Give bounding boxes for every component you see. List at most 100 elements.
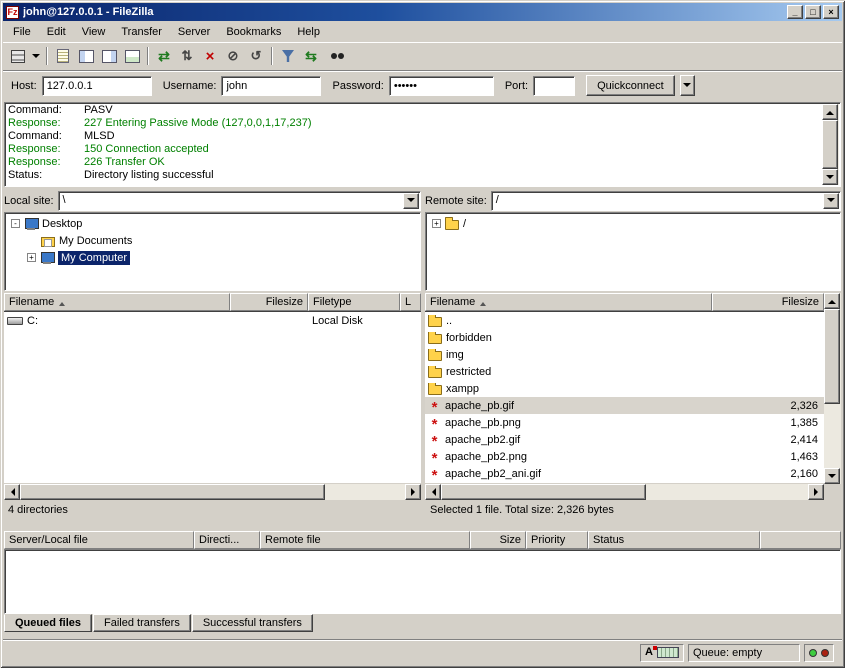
column-header-priority[interactable]: Priority xyxy=(526,531,588,549)
menu-help[interactable]: Help xyxy=(289,23,328,41)
keyboard-icon[interactable] xyxy=(657,647,679,658)
column-header-lastmodified[interactable]: L xyxy=(400,293,421,311)
column-header-filename[interactable]: Filename xyxy=(4,293,230,311)
expand-icon[interactable]: + xyxy=(432,219,441,228)
toolbar-separator xyxy=(147,47,149,65)
menu-server[interactable]: Server xyxy=(170,23,218,41)
local-treeview-toggle-icon[interactable] xyxy=(75,45,97,67)
list-item[interactable]: forbidden xyxy=(425,329,824,346)
column-header-status[interactable]: Status xyxy=(588,531,760,549)
menu-view[interactable]: View xyxy=(74,23,114,41)
tab-failed-transfers[interactable]: Failed transfers xyxy=(93,614,191,632)
list-item[interactable]: *apache_pb2.png1,463 xyxy=(425,448,824,465)
column-header-direction[interactable]: Directi... xyxy=(194,531,260,549)
scroll-down-icon[interactable] xyxy=(822,169,838,185)
ascii-transfer-type-icon[interactable]: A xyxy=(645,647,653,658)
site-manager-dropdown[interactable] xyxy=(30,45,42,67)
column-header-filetype[interactable]: Filetype xyxy=(308,293,400,311)
list-item[interactable]: *apache_pb.png1,385 xyxy=(425,414,824,431)
find-files-icon[interactable] xyxy=(323,45,345,67)
menu-file[interactable]: File xyxy=(5,23,39,41)
disconnect-icon[interactable]: ⊘ xyxy=(222,45,244,67)
list-item[interactable]: *apache_pb2.gif2,414 xyxy=(425,431,824,448)
site-manager-icon[interactable] xyxy=(7,45,29,67)
tab-queued-files[interactable]: Queued files xyxy=(4,614,92,632)
password-input[interactable] xyxy=(389,76,494,96)
minimize-button[interactable]: _ xyxy=(787,5,803,19)
list-item[interactable]: .. xyxy=(425,312,824,329)
menu-edit[interactable]: Edit xyxy=(39,23,74,41)
column-header-server-local-file[interactable]: Server/Local file xyxy=(4,531,194,549)
scrollbar-thumb[interactable] xyxy=(824,309,840,404)
list-item[interactable]: img xyxy=(425,346,824,363)
remote-site-combo[interactable]: / xyxy=(491,191,841,211)
message-log-toggle-icon[interactable] xyxy=(52,45,74,67)
username-input[interactable] xyxy=(221,76,321,96)
process-queue-icon[interactable]: ⇅ xyxy=(176,45,198,67)
column-header-filename[interactable]: Filename xyxy=(425,293,712,311)
toolbar-separator xyxy=(46,47,48,65)
scroll-up-icon[interactable] xyxy=(822,104,838,120)
indicator-panel: A xyxy=(640,644,684,662)
filter-icon[interactable] xyxy=(277,45,299,67)
local-site-value: \ xyxy=(63,194,66,206)
tab-successful-transfers[interactable]: Successful transfers xyxy=(192,614,313,632)
scroll-left-icon[interactable] xyxy=(4,484,20,500)
log-prefix: Response: xyxy=(8,143,84,156)
list-item[interactable]: xampp xyxy=(425,380,824,397)
toolbar-separator xyxy=(271,47,273,65)
scroll-down-icon[interactable] xyxy=(824,468,840,484)
collapse-icon[interactable]: - xyxy=(11,219,20,228)
scroll-right-icon[interactable] xyxy=(405,484,421,500)
list-item[interactable]: *apache_pb2_ani.gif2,160 xyxy=(425,465,824,482)
scroll-up-icon[interactable] xyxy=(824,293,840,309)
remote-treeview-toggle-icon[interactable] xyxy=(98,45,120,67)
filename: xampp xyxy=(446,383,479,395)
menu-transfer[interactable]: Transfer xyxy=(113,23,170,41)
list-item[interactable]: restricted xyxy=(425,363,824,380)
filename: apache_pb.gif xyxy=(445,400,514,412)
scrollbar-thumb[interactable] xyxy=(822,120,838,169)
port-input[interactable] xyxy=(533,76,575,96)
tree-item-my-documents[interactable]: My Documents xyxy=(5,232,420,249)
filename: apache_pb2_ani.gif xyxy=(445,468,541,480)
log-line: Status:Directory listing successful xyxy=(8,169,820,182)
tree-item-my-computer[interactable]: + My Computer xyxy=(5,249,420,266)
tree-item-desktop[interactable]: - Desktop xyxy=(5,215,420,232)
remote-horizontal-scrollbar[interactable] xyxy=(425,484,824,500)
close-button[interactable]: × xyxy=(823,5,839,19)
local-site-dropdown[interactable] xyxy=(403,193,419,209)
column-header-size[interactable]: Size xyxy=(470,531,526,549)
tree-item-root[interactable]: + / xyxy=(426,215,840,232)
column-header-filesize[interactable]: Filesize xyxy=(230,293,308,311)
folder-icon xyxy=(428,317,442,327)
quickconnect-dropdown[interactable] xyxy=(680,75,695,96)
refresh-icon[interactable]: ⇄ xyxy=(153,45,175,67)
scroll-left-icon[interactable] xyxy=(425,484,441,500)
menu-bookmarks[interactable]: Bookmarks xyxy=(218,23,289,41)
column-header-filesize[interactable]: Filesize xyxy=(712,293,824,311)
column-header-remote-file[interactable]: Remote file xyxy=(260,531,470,549)
cancel-icon[interactable]: × xyxy=(199,45,221,67)
reconnect-icon[interactable]: ↺ xyxy=(245,45,267,67)
chevron-down-icon xyxy=(407,198,415,206)
scrollbar-thumb[interactable] xyxy=(441,484,646,500)
local-site-combo[interactable]: \ xyxy=(58,191,421,211)
scroll-right-icon[interactable] xyxy=(808,484,824,500)
quickconnect-button[interactable]: Quickconnect xyxy=(586,75,675,96)
local-horizontal-scrollbar[interactable] xyxy=(4,484,421,500)
directory-comparison-icon[interactable]: ⇆ xyxy=(300,45,322,67)
filename: forbidden xyxy=(446,332,492,344)
scrollbar-thumb[interactable] xyxy=(20,484,325,500)
host-input[interactable] xyxy=(42,76,152,96)
remote-site-dropdown[interactable] xyxy=(823,193,839,209)
transfer-queue-toggle-icon[interactable] xyxy=(121,45,143,67)
filesize: 1,385 xyxy=(712,417,824,429)
maximize-button[interactable]: □ xyxy=(805,5,821,19)
log-scrollbar[interactable] xyxy=(822,104,839,185)
list-item-drive-c[interactable]: C: Local Disk xyxy=(4,312,421,329)
remote-vertical-scrollbar[interactable] xyxy=(824,293,841,484)
expand-icon[interactable]: + xyxy=(27,253,36,262)
list-item-selected[interactable]: *apache_pb.gif2,326 xyxy=(425,397,824,414)
log-line: Response:226 Transfer OK xyxy=(8,156,820,169)
